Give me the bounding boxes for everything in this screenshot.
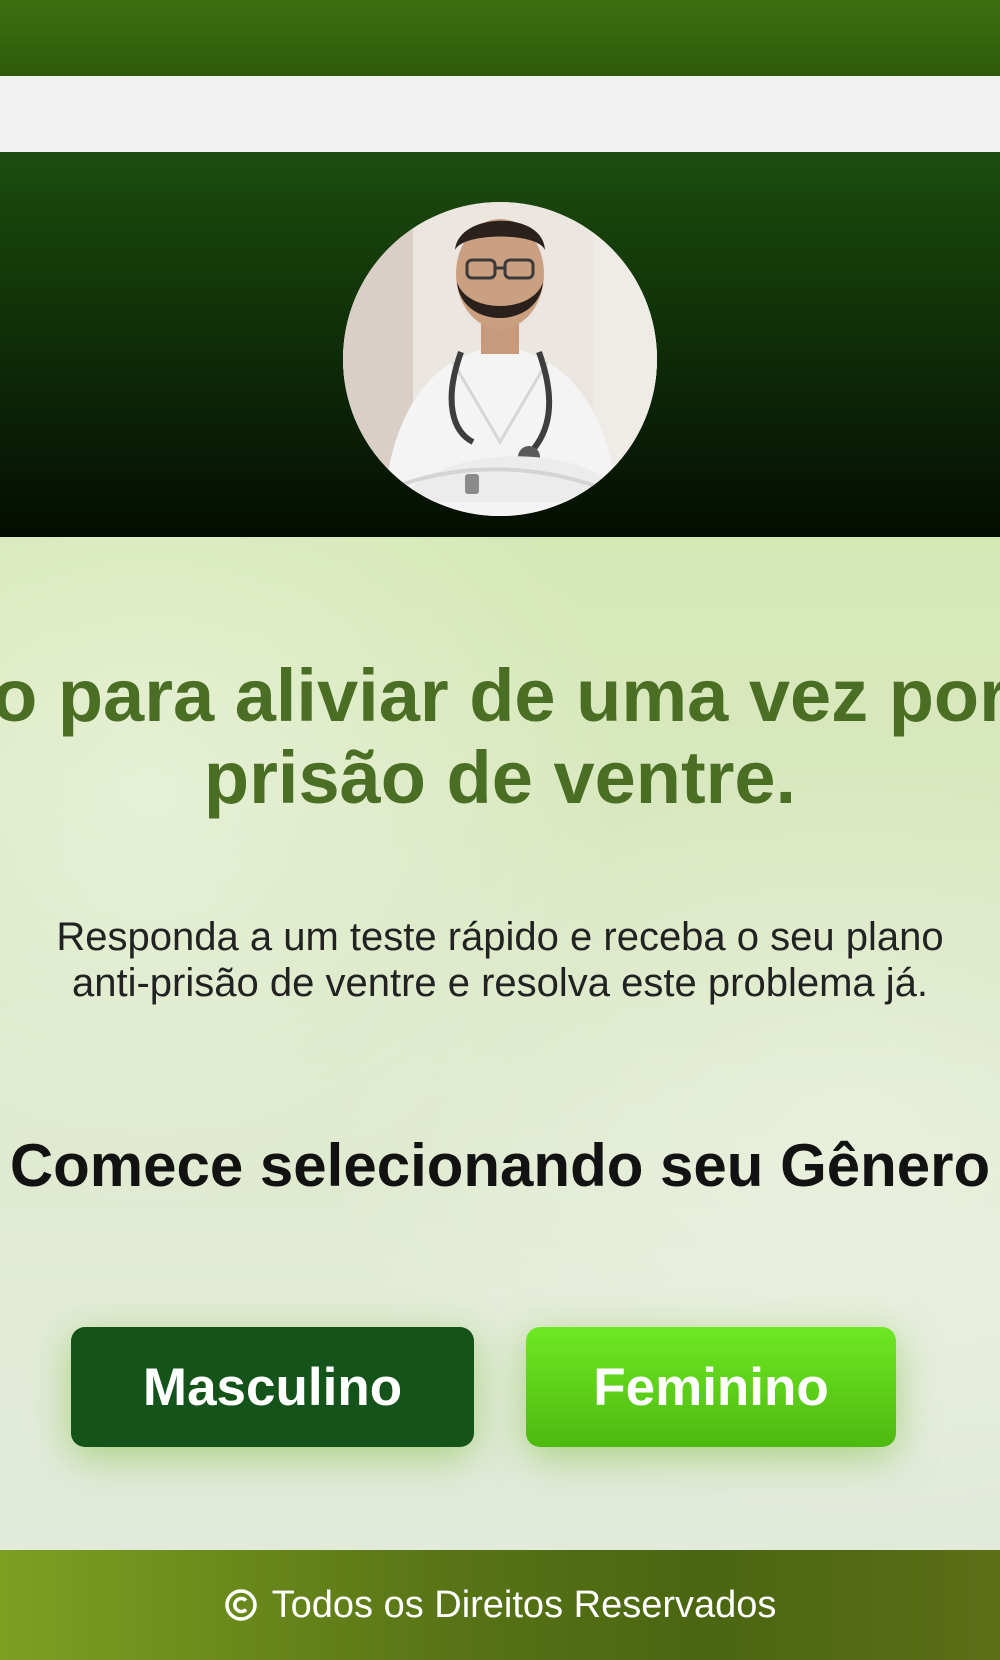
headline-line-1: o para aliviar de uma vez por [0, 654, 1000, 737]
headline-line-2: prisão de ventre. [203, 736, 797, 819]
doctor-photo-icon [343, 202, 657, 516]
top-bar [0, 0, 1000, 76]
female-button[interactable]: Feminino [526, 1327, 896, 1447]
main-content: o para aliviar de uma vez por prisão de … [0, 537, 1000, 1550]
doctor-avatar [343, 202, 657, 516]
footer-text: Todos os Direitos Reservados [271, 1583, 777, 1626]
page-headline: o para aliviar de uma vez por prisão de … [0, 655, 1000, 819]
footer: Todos os Direitos Reservados [0, 1550, 1000, 1660]
subtitle-line-1: Responda a um teste rápido e receba o se… [56, 915, 944, 959]
header-strip [0, 76, 1000, 152]
gender-prompt: Comece selecionando seu Gênero [9, 1132, 991, 1199]
quiz-landing-page: o para aliviar de uma vez por prisão de … [0, 0, 1000, 1660]
copyright-icon [224, 1588, 258, 1622]
male-button[interactable]: Masculino [71, 1327, 474, 1447]
subtitle-line-2: anti-prisão de ventre e resolva este pro… [71, 961, 928, 1005]
page-subtitle: Responda a um teste rápido e receba o se… [0, 914, 1000, 1006]
